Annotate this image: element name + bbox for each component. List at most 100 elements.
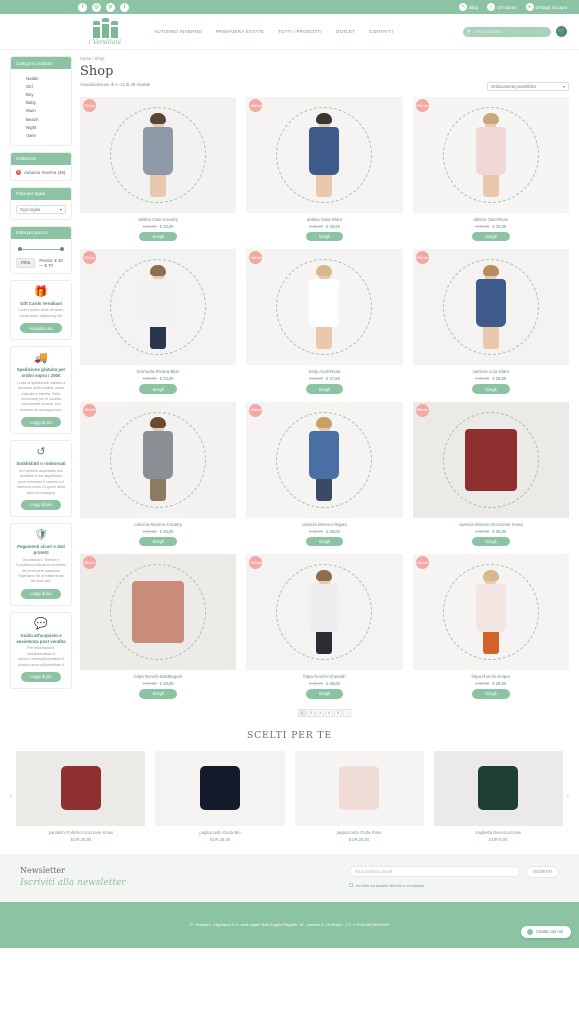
product-buy-button[interactable]: Scegli [139, 536, 177, 547]
category-item-baby[interactable]: Baby [26, 99, 66, 107]
product-card[interactable]: Offerta! abitino Oasi-Rose € 44,00 € 33,00 S… [412, 97, 569, 242]
recommended-card[interactable]: pagliaccetto Onda-Blu EUR 28.00 [155, 750, 285, 842]
page-4[interactable]: 4 [325, 708, 333, 717]
top-link-blog[interactable]: ✎ Blog [459, 3, 478, 11]
product-buy-button[interactable]: Scegli [472, 536, 510, 547]
instagram-icon[interactable]: ◎ [92, 2, 101, 12]
product-name[interactable]: camicia Moreno-Rigato [246, 522, 402, 527]
price-range-slider[interactable] [18, 246, 64, 254]
nav-item-primavera-estate[interactable]: PRIMAVERA ESTATE [216, 29, 264, 34]
category-item-girl[interactable]: Girl [26, 82, 66, 90]
product-buy-button[interactable]: Scegli [305, 232, 344, 242]
product-image[interactable] [246, 97, 403, 213]
sort-select[interactable]: Ordinamento predefinito ▾ [487, 82, 569, 91]
top-link-account[interactable]: ● Dettagli account [525, 3, 567, 11]
twitter-icon[interactable]: t [120, 2, 129, 12]
product-card[interactable]: Offerta! abitino Oasi-Glam € 46,00 € 33,00 S… [246, 97, 403, 242]
product-card[interactable]: Offerta! camicia Lulu-Glam € 36,00 € 28,00 S… [412, 249, 569, 394]
recommended-image[interactable] [16, 750, 146, 826]
product-image[interactable] [246, 554, 403, 671]
product-image[interactable] [246, 401, 403, 518]
recommended-card[interactable]: pagliaccetto Onda-Rose EUR 28.00 [294, 750, 424, 842]
cart-icon[interactable]: 🛒 [556, 26, 567, 37]
product-card[interactable]: Offerta! felpa Ronchi-Bubblegum € 38,00 € 2… [80, 554, 237, 699]
product-buy-button[interactable]: Scegli [139, 232, 177, 242]
newsletter-email-field[interactable]: Il tuo indirizzo email [349, 866, 521, 877]
product-card[interactable]: Offerta! felpa Ronchi-Sniper € 38,00 € 29,0… [412, 554, 569, 699]
product-name[interactable]: camicia Moreno-Scozzese Xmas [413, 522, 569, 527]
product-name[interactable]: abitino Oasi-Rose [413, 217, 569, 222]
facebook-icon[interactable]: f [78, 2, 87, 12]
product-image[interactable] [80, 554, 237, 671]
product-image[interactable] [412, 401, 569, 518]
promo-support-button[interactable]: Leggi di più [21, 671, 61, 682]
recommended-image[interactable] [294, 750, 424, 826]
product-image[interactable] [80, 401, 237, 518]
category-item-varie[interactable]: Varie [26, 131, 66, 139]
product-buy-button[interactable]: Scegli [472, 232, 510, 242]
top-link-chi-siamo[interactable]: i Chi siamo [486, 3, 517, 11]
slider-knob-max[interactable] [60, 246, 64, 251]
search-input[interactable] [473, 29, 547, 34]
product-buy-button[interactable]: Scegli [472, 384, 510, 394]
product-image[interactable] [80, 97, 237, 213]
product-card[interactable]: Offerta! camicia Moreno-Country € 32,00 € 2… [80, 401, 237, 547]
recommended-card[interactable]: pantaloni Fabrizio-Scozzese Xmas EUR 25.9… [16, 750, 146, 842]
next-page-icon[interactable]: → [343, 708, 351, 717]
product-card[interactable]: Offerta! bermuda Riviera-Blue € 30,00 € 23,… [80, 249, 237, 394]
search-box[interactable]: ⚲ [463, 26, 551, 37]
chat-widget-button[interactable]: Chatta con noi [520, 925, 571, 938]
category-item-night[interactable]: Night [26, 123, 66, 131]
product-name[interactable]: camicia Lulu-Glam [413, 369, 569, 374]
nav-item-autunno-inverno[interactable]: AUTUNNO INVERNO [154, 29, 202, 34]
page-1[interactable]: 1 [298, 708, 306, 717]
promo-returns-button[interactable]: Leggi di più [21, 499, 61, 510]
product-buy-button[interactable]: Scegli [305, 689, 344, 699]
product-image[interactable] [412, 249, 569, 366]
promo-shipping-button[interactable]: Leggi di più [21, 417, 61, 428]
logo[interactable]: i Versiliani [74, 17, 136, 46]
product-card[interactable]: Offerta! body Acali-Rosa € 24,00 € 17,50 Sce… [246, 249, 403, 394]
product-card[interactable]: Offerta! felpa Ronchi-Cheetah € 38,00 € 29,… [246, 554, 403, 699]
recommended-card[interactable]: maglietta Diva-Scozzese EUR 0.00 [433, 750, 563, 842]
product-name[interactable]: abitino Oasi-Glam [246, 217, 402, 222]
chevron-left-icon[interactable]: ‹ [10, 793, 12, 800]
category-item-boy[interactable]: Boy [26, 90, 66, 98]
product-buy-button[interactable]: Scegli [305, 536, 344, 547]
recommended-image[interactable] [155, 750, 285, 826]
page-2[interactable]: 2 [307, 708, 315, 717]
product-image[interactable] [80, 249, 237, 366]
product-buy-button[interactable]: Scegli [139, 384, 177, 394]
page-5[interactable]: 5 [334, 708, 342, 717]
page-3[interactable]: 3 [316, 708, 324, 717]
nav-item-tutti-i-prodotti[interactable]: TUTTI I PRODOTTI [278, 29, 322, 34]
product-card[interactable]: Offerta! camicia Moreno-Rigato € 32,00 € 25… [246, 401, 403, 547]
product-buy-button[interactable]: Scegli [305, 384, 344, 394]
product-name[interactable]: abitino Oasi-Country [80, 217, 236, 222]
nav-item-contatti[interactable]: CONTATTI [369, 29, 393, 34]
product-name[interactable]: body Acali-Rosa [246, 369, 402, 374]
newsletter-consent-checkbox[interactable] [349, 883, 353, 887]
chevron-right-icon[interactable]: › [567, 793, 569, 800]
product-name[interactable]: felpa Ronchi-Cheetah [246, 674, 402, 679]
slider-knob-min[interactable] [18, 246, 22, 251]
product-card[interactable]: Offerta! abitino Oasi-Country € 46,00 € 33,… [80, 97, 237, 242]
newsletter-submit-button[interactable]: ISCRIVITI [526, 865, 559, 878]
category-item-natale[interactable]: Natale [26, 74, 66, 82]
product-name[interactable]: felpa Ronchi-Sniper [413, 674, 569, 679]
product-name[interactable]: bermuda Riviera-Blue [80, 369, 236, 374]
pinterest-icon[interactable]: p [106, 2, 115, 12]
remove-filter-icon[interactable]: ✕ [16, 169, 21, 175]
category-item-beach[interactable]: Beach [26, 115, 66, 123]
product-buy-button[interactable]: Scegli [139, 689, 177, 699]
recommended-image[interactable] [433, 750, 563, 826]
category-item-mum[interactable]: Mum [26, 107, 66, 115]
product-card[interactable]: Offerta! camicia Moreno-Scozzese Xmas € 32… [412, 401, 569, 547]
filter-button[interactable]: Filtra [16, 257, 36, 268]
nav-item-outlet[interactable]: OUTLET [336, 29, 355, 34]
product-image[interactable] [246, 249, 403, 366]
active-collection-filter[interactable]: ✕ Autunno Inverno (49) [16, 169, 66, 175]
promo-security-button[interactable]: Leggi di più [21, 588, 61, 599]
size-select[interactable]: Ogni taglia ▾ [16, 204, 66, 214]
product-image[interactable] [412, 554, 569, 671]
